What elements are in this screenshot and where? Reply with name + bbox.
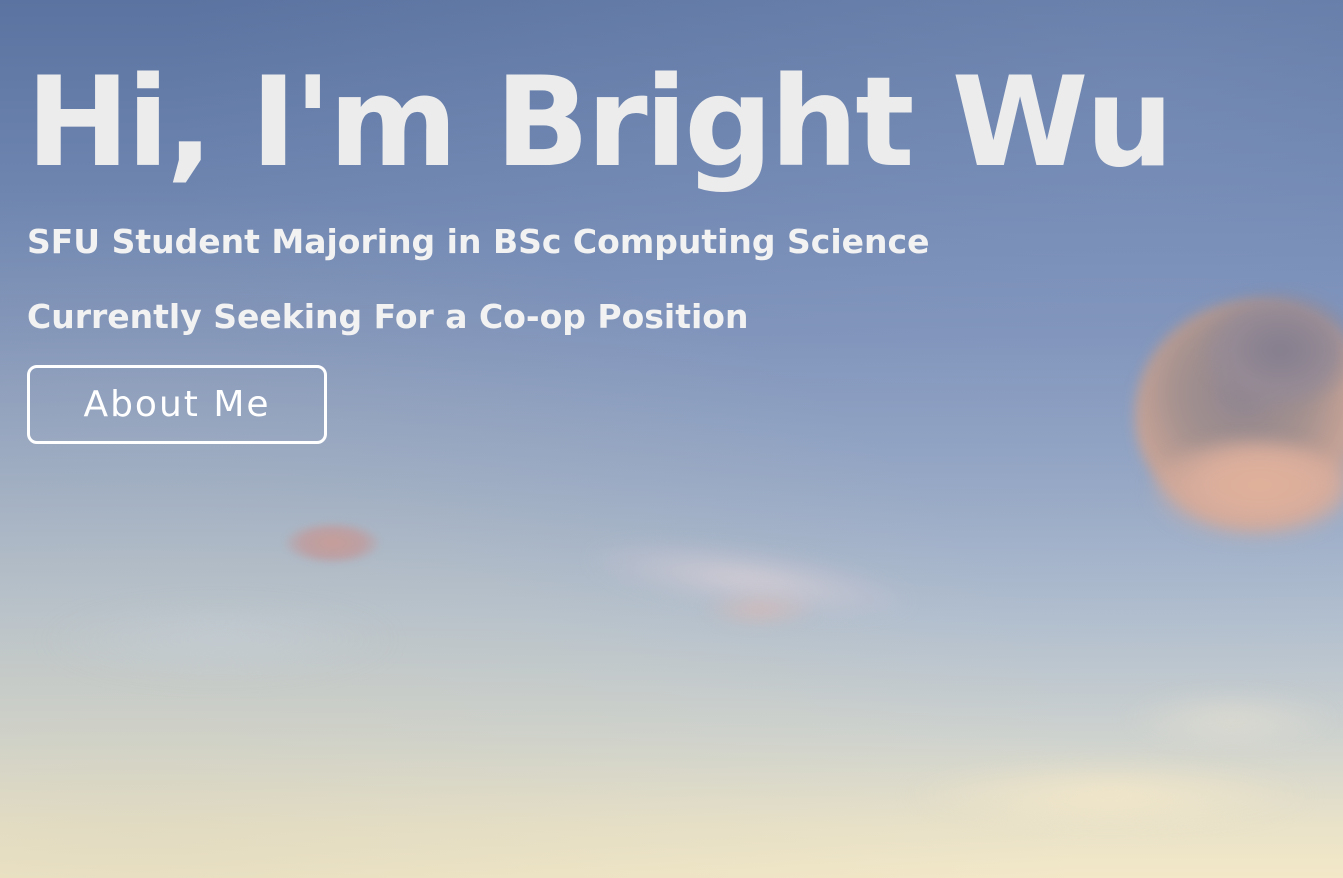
cloud-wisp: [900, 760, 1320, 830]
hero-subtitle-major: SFU Student Majoring in BSc Computing Sc…: [27, 222, 930, 261]
about-me-button[interactable]: About Me: [27, 365, 327, 444]
cloud-wisp: [40, 600, 400, 680]
cloud-wisp: [1120, 690, 1343, 750]
large-cloud-bottom: [1150, 440, 1343, 540]
small-cloud: [285, 522, 380, 564]
hero-section: Hi, I'm Bright Wu SFU Student Majoring i…: [0, 0, 1343, 878]
hero-title: Hi, I'm Bright Wu: [26, 51, 1174, 195]
hero-subtitle-coop: Currently Seeking For a Co-op Position: [27, 297, 749, 336]
cloud-wisp: [700, 590, 820, 630]
